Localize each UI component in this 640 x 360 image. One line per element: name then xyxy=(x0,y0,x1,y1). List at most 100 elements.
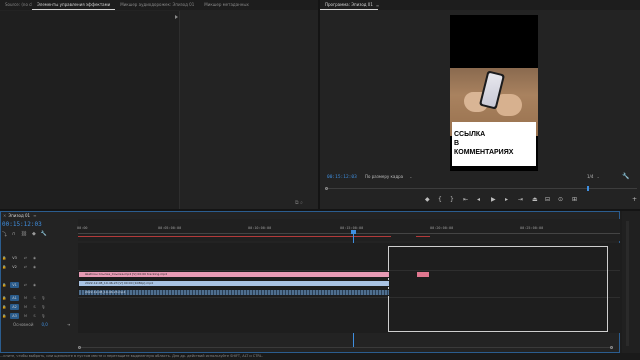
clip-v1[interactable]: 2022-12-08_10-46-23 [V] 00:00 [1080p].mp… xyxy=(78,280,390,287)
lock-icon[interactable]: 🔒 xyxy=(1,304,8,310)
tab-timeline[interactable]: Эпизод 01 xyxy=(8,213,30,218)
track-header-master: Основной 0,0 ⇥ xyxy=(1,320,70,329)
tab-audio-mixer[interactable]: Микшер аудиодорожек: Эпизод 01 xyxy=(115,0,199,10)
tab-metadata[interactable]: Микшер метаданных xyxy=(199,0,254,10)
track-header-a3: 🔒 A3 M S 🎙 xyxy=(1,311,49,320)
ruler-tick-strip xyxy=(78,233,620,234)
mute-icon[interactable]: M xyxy=(22,313,29,319)
tab-program[interactable]: Программа: Эпизод 01 xyxy=(320,0,378,10)
sync-icon[interactable]: ⇄ xyxy=(22,282,29,288)
timeline-ruler[interactable] xyxy=(78,219,620,241)
add-marker-icon[interactable]: ◆ xyxy=(32,231,36,238)
mic-icon[interactable]: 🎙 xyxy=(40,295,47,301)
ruler-label-5: 00:25:00:00 xyxy=(520,226,544,230)
fit-dropdown[interactable]: По размеру кадра ⌄ xyxy=(365,174,412,179)
scrub-start-marker xyxy=(325,187,328,190)
clip-pink[interactable]: Шаблон Ссылка_Ссылка.mp4 [V] 00:00 track… xyxy=(78,271,390,278)
track-name-a1[interactable]: A1 xyxy=(10,294,19,301)
scroll-handle-left[interactable] xyxy=(78,346,81,349)
wrench-icon[interactable]: 🔧 xyxy=(41,231,47,238)
close-icon[interactable]: × xyxy=(3,213,6,218)
solo-icon[interactable]: S xyxy=(31,313,38,319)
snap-icon[interactable]: ∩ xyxy=(12,231,16,238)
ruler-label-1: 00:05:00:00 xyxy=(158,226,182,230)
lock-icon[interactable]: 🔒 xyxy=(1,295,8,301)
video-text-line-1: ССЫЛКА xyxy=(454,131,486,138)
track-name-v3[interactable]: V3 xyxy=(10,255,19,261)
track-name-a2[interactable]: A2 xyxy=(10,303,19,310)
timeline-timecode[interactable]: 00:15:12:03 xyxy=(2,221,42,228)
solo-icon[interactable]: S xyxy=(31,295,38,301)
program-scrub-bar[interactable] xyxy=(325,186,637,191)
nest-icon[interactable]: ⤵ xyxy=(2,231,7,238)
video-text-card: ССЫЛКА В КОММЕНТАРИЯХ xyxy=(452,122,536,166)
eye-icon[interactable]: ◉ xyxy=(31,264,38,270)
master-volume[interactable]: 0,0 xyxy=(41,322,47,327)
track-header-v1: 🔒 V1 ⇄ ◉ xyxy=(1,280,40,289)
mark-in-icon[interactable]: { xyxy=(438,197,442,203)
eye-icon[interactable]: ◉ xyxy=(31,282,38,288)
audio-meter-panel xyxy=(622,211,640,353)
track-header-v3: 🔒 V3 ⇄ ◉ xyxy=(1,253,40,262)
comparison-view-icon[interactable]: ⊞ xyxy=(572,197,577,203)
track-name-v2[interactable]: V2 xyxy=(10,264,19,270)
wrench-icon[interactable]: 🔧 xyxy=(622,173,629,180)
play-icon[interactable]: ▶ xyxy=(491,197,496,203)
ruler-label-0: 00:00 xyxy=(77,226,88,230)
mark-out-icon[interactable]: } xyxy=(450,197,454,203)
mic-icon[interactable]: 🎙 xyxy=(40,304,47,310)
mute-icon[interactable]: M xyxy=(22,295,29,301)
go-to-out-icon[interactable]: ⇥ xyxy=(518,197,523,203)
lock-icon[interactable]: 🔒 xyxy=(1,282,8,288)
sync-icon[interactable]: ⇄ xyxy=(22,255,29,261)
export-frame-icon[interactable]: ⊙ xyxy=(558,197,563,203)
lock-icon[interactable]: 🔒 xyxy=(1,255,8,261)
track-name-v1[interactable]: V1 xyxy=(10,281,19,288)
timeline-tools: ⤵ ∩ ⛓ ◆ 🔧 xyxy=(2,231,47,238)
clip-a1[interactable]: 2022-12-08_10-46-23.mp4 xyxy=(78,289,390,296)
track-header-a1: 🔒 A1 M S 🎙 xyxy=(1,293,49,302)
clip-pink-small[interactable] xyxy=(416,271,430,278)
chevron-down-icon: ⌄ xyxy=(409,174,413,179)
quality-dropdown[interactable]: 1/4 ⌄ xyxy=(587,174,600,179)
status-text: ...кните, чтобы выбрать, или щелкните в … xyxy=(0,354,263,358)
linked-selection-icon[interactable]: ⛓ xyxy=(21,231,27,238)
timeline-tabbar: × Эпизод 01 ≡ xyxy=(1,212,619,219)
tab-effect-controls[interactable]: Элементы управления эффектами xyxy=(32,0,116,10)
fit-label: По размеру кадра xyxy=(365,174,404,179)
scroll-handle-right[interactable] xyxy=(610,346,613,349)
mute-icon[interactable]: M xyxy=(22,304,29,310)
mic-icon[interactable]: 🎙 xyxy=(40,313,47,319)
timeline-zoom-scrollbar[interactable] xyxy=(78,346,613,349)
work-area-bar xyxy=(78,236,391,237)
status-bar: ...кните, чтобы выбрать, или щелкните в … xyxy=(0,353,640,360)
lock-icon[interactable]: 🔒 xyxy=(1,313,8,319)
add-button-icon[interactable]: + xyxy=(632,197,637,203)
marquee-selection xyxy=(388,246,608,332)
lock-icon[interactable]: 🔒 xyxy=(1,264,8,270)
program-video-frame: ССЫЛКА В КОММЕНТАРИЯХ xyxy=(450,15,538,171)
program-timecode[interactable]: 00:15:12:03 xyxy=(327,175,357,180)
timeline-menu-icon[interactable]: ≡ xyxy=(33,213,36,218)
ruler-label-2: 00:10:00:00 xyxy=(248,226,272,230)
extract-icon[interactable]: ⊟ xyxy=(545,197,550,203)
add-marker-icon[interactable]: ◆ xyxy=(425,197,430,203)
sync-icon[interactable]: ⇄ xyxy=(22,264,29,270)
export-frame-icon[interactable]: ⧉ ⌕ xyxy=(295,200,303,206)
eye-icon[interactable]: ◉ xyxy=(31,255,38,261)
lift-icon[interactable]: ⏏ xyxy=(532,197,538,203)
step-forward-icon[interactable]: ▸ xyxy=(505,197,508,203)
go-to-in-icon[interactable]: ⇤ xyxy=(463,197,468,203)
track-name-a3[interactable]: A3 xyxy=(10,312,19,319)
playhead-handle[interactable] xyxy=(351,230,356,234)
ruler-label-3: 00:15:00:00 xyxy=(340,226,364,230)
panel-menu-icon[interactable] xyxy=(175,15,178,19)
go-to-end-icon[interactable]: ⇥ xyxy=(67,322,70,327)
program-playhead[interactable] xyxy=(587,186,589,191)
step-back-icon[interactable]: ◂ xyxy=(477,197,480,203)
program-menu-icon[interactable]: ≡ xyxy=(376,3,379,8)
tab-source[interactable]: Source: (no clips) xyxy=(0,0,32,10)
track-header-v2: 🔒 V2 ⇄ ◉ xyxy=(1,262,40,271)
solo-icon[interactable]: S xyxy=(31,304,38,310)
source-tabbar: Source: (no clips) Элементы управления э… xyxy=(0,0,318,10)
